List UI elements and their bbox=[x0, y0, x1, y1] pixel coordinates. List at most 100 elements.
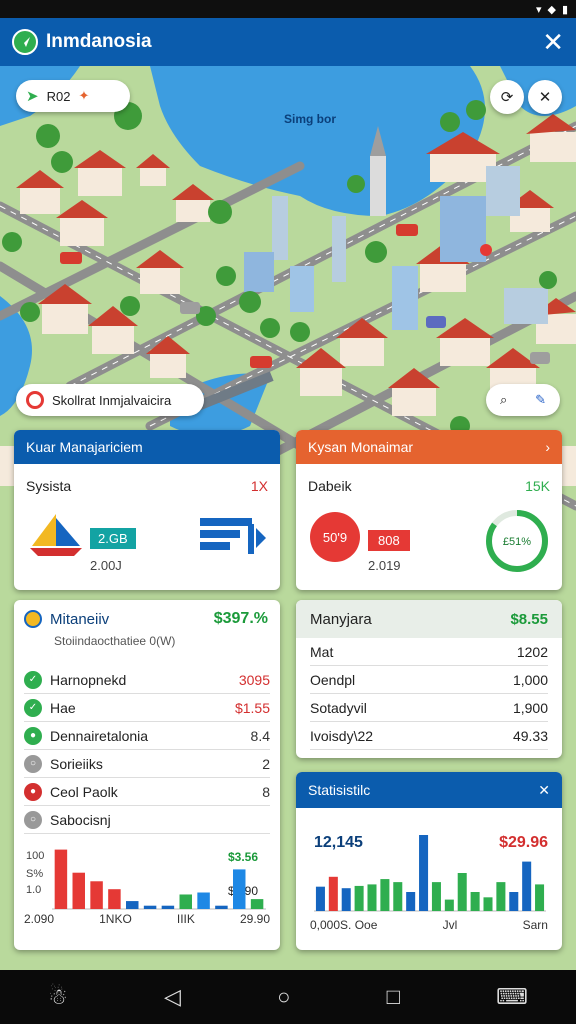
close-icon[interactable]: ✕ bbox=[542, 27, 564, 58]
summary-row[interactable]: Mat 1202 bbox=[310, 638, 548, 666]
location-pill[interactable]: ➤ R02 ✦ bbox=[16, 80, 130, 112]
x-label: 2.090 bbox=[24, 912, 55, 926]
metrics-row-value: 3095 bbox=[238, 671, 270, 688]
chart-bar bbox=[431, 882, 441, 911]
chart-bar bbox=[233, 869, 246, 909]
statistics-card[interactable]: Statisistilc ✕ 12,145 $29.96 0,000S. Ooe… bbox=[296, 772, 562, 950]
close-map-icon: ✕ bbox=[538, 89, 552, 106]
statistics-bar-chart bbox=[314, 835, 546, 912]
monitor-card-row: Dabeik 15K bbox=[296, 464, 562, 494]
metrics-row[interactable]: ● Ceol Paolk 8 bbox=[24, 778, 270, 806]
summary-row-value: 1,900 bbox=[512, 699, 548, 716]
chart-bar bbox=[108, 889, 121, 909]
summary-card[interactable]: Manyjara $8.55 Mat 1202 Oendpl 1,000 Sotadyv… bbox=[296, 600, 562, 758]
x-label: 0,000S. Ooe bbox=[310, 918, 378, 932]
monitor-card-value: 15K bbox=[525, 478, 550, 494]
sailboat-icon bbox=[26, 510, 86, 558]
chart-bar bbox=[328, 876, 338, 911]
summary-card-title: Manyjara bbox=[310, 610, 372, 628]
metrics-card-header: Mitaneiiv $397.% bbox=[14, 600, 280, 628]
screen: ▾ ◆ ▮ Inmdanosia ✕ ➤ R02 ✦ Simg bor ⟳ ✕ … bbox=[0, 0, 576, 1024]
chart-bar bbox=[341, 888, 351, 911]
signal-icon: ▾ bbox=[535, 3, 542, 16]
chart-bar bbox=[315, 886, 325, 911]
assistant-icon[interactable]: ☃ bbox=[48, 984, 68, 1010]
summary-row[interactable]: Oendpl 1,000 bbox=[310, 666, 548, 694]
back-icon[interactable]: ◁ bbox=[164, 984, 181, 1010]
app-bar: Inmdanosia ✕ bbox=[0, 18, 576, 66]
status-icon: ○ bbox=[24, 810, 42, 829]
metrics-row[interactable]: ✓ Harnopnekd 3095 bbox=[24, 666, 270, 694]
chart-bar bbox=[419, 835, 429, 911]
close-icon[interactable]: ✕ bbox=[538, 782, 550, 799]
metrics-row[interactable]: ○ Sabocisnj bbox=[24, 806, 270, 834]
metrics-card-title: Mitaneiiv bbox=[50, 610, 110, 628]
monitor-card-sub: 2.019 bbox=[368, 558, 401, 573]
search-pill-label: Skollrat Inmjalvaicira bbox=[52, 392, 172, 408]
metrics-row-label: Sorieiiks bbox=[50, 755, 103, 772]
metrics-card[interactable]: Mitaneiiv $397.% Stoiindaocthatiee 0(W) … bbox=[14, 600, 280, 950]
app-logo-icon bbox=[12, 29, 38, 55]
summary-card-header: Manyjara $8.55 bbox=[296, 600, 562, 638]
summary-row-label: Ivoisdy\22 bbox=[310, 727, 374, 744]
metrics-chart-xlabels: 2.090 1NKO IIIK 29.90 bbox=[24, 912, 270, 926]
status-icon: ✓ bbox=[24, 698, 42, 717]
chart-bar bbox=[470, 892, 480, 911]
location-pill-label: R02 bbox=[46, 88, 71, 104]
metrics-row-value: $1.55 bbox=[234, 699, 270, 716]
summary-row[interactable]: Sotadyvil 1,900 bbox=[310, 694, 548, 722]
summary-row[interactable]: Ivoisdy\22 49.33 bbox=[310, 722, 548, 750]
chart-bar bbox=[535, 884, 545, 911]
x-label: 1NKO bbox=[99, 912, 132, 926]
wifi-icon: ◆ bbox=[547, 3, 556, 16]
statistics-chart-xlabels: 0,000S. Ooe Jvl Sarn bbox=[310, 918, 548, 932]
monitor-card-dial-label: 50'9 bbox=[322, 529, 348, 545]
statistics-card-title: Statisistilc bbox=[308, 782, 371, 798]
recents-icon[interactable]: □ bbox=[387, 984, 400, 1010]
metrics-row-label: Ceol Paolk bbox=[50, 783, 118, 800]
chart-bar bbox=[215, 905, 228, 909]
chart-bar bbox=[444, 899, 454, 911]
progress-ring: £51% bbox=[486, 510, 548, 572]
metrics-bar-chart bbox=[52, 849, 266, 910]
chart-bar bbox=[496, 882, 506, 911]
search-pill[interactable]: Skollrat Inmjalvaicira bbox=[16, 384, 204, 416]
management-card-header: Kuar Manajariciem bbox=[14, 430, 280, 464]
search-icon[interactable]: ⌕ bbox=[500, 392, 507, 408]
chevron-right-icon[interactable]: › bbox=[545, 439, 550, 455]
pin-icon bbox=[24, 610, 42, 628]
management-card[interactable]: Kuar Manajariciem Sysista 1X 2.GB 2.00J bbox=[14, 430, 280, 590]
pencil-icon[interactable]: ✎ bbox=[535, 392, 546, 408]
status-icon: ● bbox=[24, 726, 42, 745]
target-icon bbox=[26, 391, 44, 409]
management-card-row: Sysista 1X bbox=[14, 464, 280, 494]
progress-ring-label: £51% bbox=[503, 536, 531, 548]
map-label: Simg bor bbox=[284, 112, 337, 126]
compass-icon: ✦ bbox=[78, 88, 90, 103]
app-title: Inmdanosia bbox=[46, 31, 152, 52]
metrics-row[interactable]: ○ Sorieiiks 2 bbox=[24, 750, 270, 778]
metrics-row[interactable]: ● Dennairetalonia 8.4 bbox=[24, 722, 270, 750]
chart-bar bbox=[367, 884, 377, 911]
summary-row-label: Oendpl bbox=[310, 671, 356, 688]
status-icon: ✓ bbox=[24, 670, 42, 689]
system-nav-bar: ☃ ◁ ○ □ ⌨ bbox=[0, 970, 576, 1024]
chart-bar bbox=[197, 892, 210, 909]
chart-bar bbox=[354, 885, 364, 911]
close-map-button[interactable]: ✕ bbox=[528, 80, 562, 114]
keyboard-icon[interactable]: ⌨ bbox=[496, 984, 528, 1010]
chart-bar bbox=[143, 905, 157, 909]
chart-bar bbox=[483, 897, 493, 911]
summary-row-label: Mat bbox=[310, 643, 334, 660]
summary-row-value: 49.33 bbox=[512, 727, 548, 744]
recenter-button[interactable]: ⟳ bbox=[490, 80, 524, 114]
chart-bar bbox=[406, 892, 416, 911]
metrics-row-label: Sabocisnj bbox=[50, 811, 111, 828]
metrics-row-label: Hae bbox=[50, 699, 76, 716]
home-icon[interactable]: ○ bbox=[277, 984, 290, 1010]
chart-bar bbox=[393, 882, 403, 911]
search-tools-pill[interactable]: ⌕ ✎ bbox=[486, 384, 560, 416]
monitor-card[interactable]: Kysan Monaimar › Dabeik 15K 50'9 808 2.0… bbox=[296, 430, 562, 590]
metrics-row[interactable]: ✓ Hae $1.55 bbox=[24, 694, 270, 722]
chart-bar bbox=[54, 849, 68, 909]
